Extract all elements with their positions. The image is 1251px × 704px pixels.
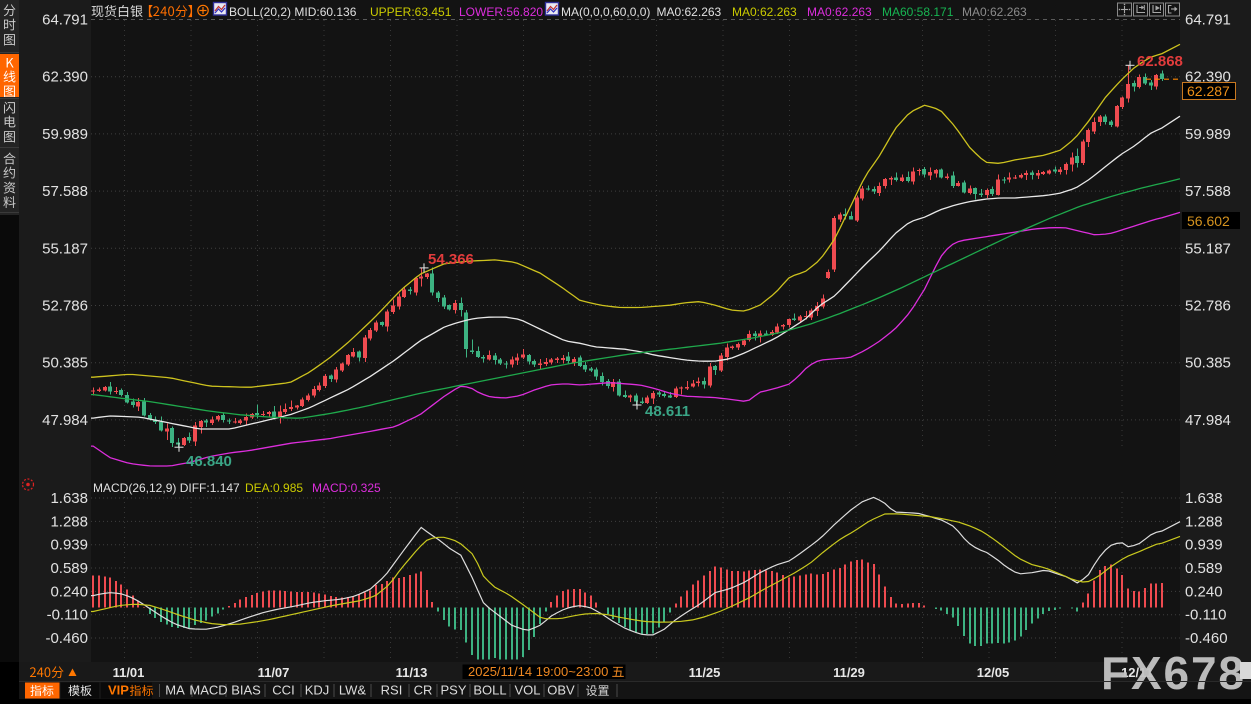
svg-text:1.288: 1.288: [50, 513, 88, 530]
svg-text:VIP: VIP: [108, 683, 129, 698]
svg-text:12/05: 12/05: [977, 665, 1010, 680]
svg-text:11/07: 11/07: [258, 665, 290, 680]
svg-text:0.240: 0.240: [1185, 583, 1223, 600]
svg-text:-0.110: -0.110: [47, 607, 88, 624]
svg-text:0.939: 0.939: [50, 537, 88, 554]
svg-text:CR: CR: [414, 683, 433, 698]
svg-text:BOLL: BOLL: [473, 683, 506, 698]
svg-text:11/29: 11/29: [833, 665, 865, 680]
svg-text:RSI: RSI: [381, 683, 403, 698]
svg-text:50.385: 50.385: [1185, 355, 1231, 372]
svg-text:MA0:62.263: MA0:62.263: [732, 5, 797, 19]
svg-text:MACD: MACD: [189, 683, 227, 698]
svg-text:UPPER:63.451: UPPER:63.451: [370, 5, 452, 19]
svg-text:FX678: FX678: [1101, 647, 1244, 699]
svg-text:59.989: 59.989: [1185, 126, 1231, 143]
svg-text:CCI: CCI: [272, 683, 294, 698]
svg-text:57.588: 57.588: [1185, 183, 1231, 200]
svg-text:11/01: 11/01: [113, 665, 145, 680]
svg-text:-0.110: -0.110: [1185, 607, 1226, 624]
svg-text:62.390: 62.390: [1185, 69, 1231, 86]
svg-text:0.240: 0.240: [50, 583, 88, 600]
svg-text:0.589: 0.589: [1185, 560, 1223, 577]
svg-text:59.989: 59.989: [42, 126, 88, 143]
svg-text:62.390: 62.390: [42, 69, 88, 86]
svg-text:PSY: PSY: [440, 683, 466, 698]
svg-text:55.187: 55.187: [1185, 240, 1231, 257]
svg-text:64.791: 64.791: [42, 12, 88, 29]
svg-text:MACD(26,12,9) DIFF:1.147: MACD(26,12,9) DIFF:1.147: [93, 481, 240, 495]
svg-text:56.602: 56.602: [1187, 213, 1230, 229]
svg-text:52.786: 52.786: [1185, 298, 1231, 315]
svg-text:MA: MA: [165, 683, 185, 698]
svg-text:11/25: 11/25: [689, 665, 721, 680]
svg-text:LOWER:56.820: LOWER:56.820: [459, 5, 543, 19]
svg-text:1.638: 1.638: [1185, 490, 1223, 507]
svg-text:48.611: 48.611: [645, 403, 690, 420]
svg-text:-0.460: -0.460: [45, 630, 88, 647]
svg-text:11/13: 11/13: [396, 665, 428, 680]
svg-text:47.984: 47.984: [42, 412, 88, 429]
svg-text:DEA:0.985: DEA:0.985: [245, 481, 303, 495]
svg-text:LW&: LW&: [339, 683, 367, 698]
svg-text:OBV: OBV: [547, 683, 575, 698]
svg-text:0.939: 0.939: [1185, 537, 1223, 554]
svg-text:1.638: 1.638: [50, 490, 88, 507]
svg-text:2025/11/14 19:00~23:00: 2025/11/14 19:00~23:00: [468, 664, 608, 679]
svg-text:MA0:62.263: MA0:62.263: [807, 5, 872, 19]
svg-text:64.791: 64.791: [1185, 12, 1231, 29]
svg-text:-0.460: -0.460: [1185, 630, 1228, 647]
svg-text:57.588: 57.588: [42, 183, 88, 200]
svg-text:BIAS: BIAS: [231, 683, 261, 698]
svg-text:1.288: 1.288: [1185, 513, 1223, 530]
svg-text:55.187: 55.187: [42, 240, 88, 257]
svg-text:MA0:62.263: MA0:62.263: [657, 5, 722, 19]
svg-text:46.840: 46.840: [186, 453, 232, 470]
svg-text:MACD:0.325: MACD:0.325: [312, 481, 381, 495]
svg-text:0.589: 0.589: [50, 560, 88, 577]
svg-text:BOLL(20,2) MID:60.136: BOLL(20,2) MID:60.136: [229, 5, 357, 19]
svg-text:MA60:58.171: MA60:58.171: [882, 5, 954, 19]
svg-text:MA0:62.263: MA0:62.263: [962, 5, 1027, 19]
svg-text:50.385: 50.385: [42, 355, 88, 372]
svg-text:52.786: 52.786: [42, 298, 88, 315]
svg-text:KDJ: KDJ: [305, 683, 330, 698]
svg-text:MA(0,0,0,60,0,0): MA(0,0,0,60,0,0): [561, 5, 650, 19]
svg-text:VOL: VOL: [514, 683, 540, 698]
svg-text:47.984: 47.984: [1185, 412, 1231, 429]
svg-text:62.868: 62.868: [1137, 53, 1183, 70]
svg-text:54.366: 54.366: [428, 251, 474, 268]
